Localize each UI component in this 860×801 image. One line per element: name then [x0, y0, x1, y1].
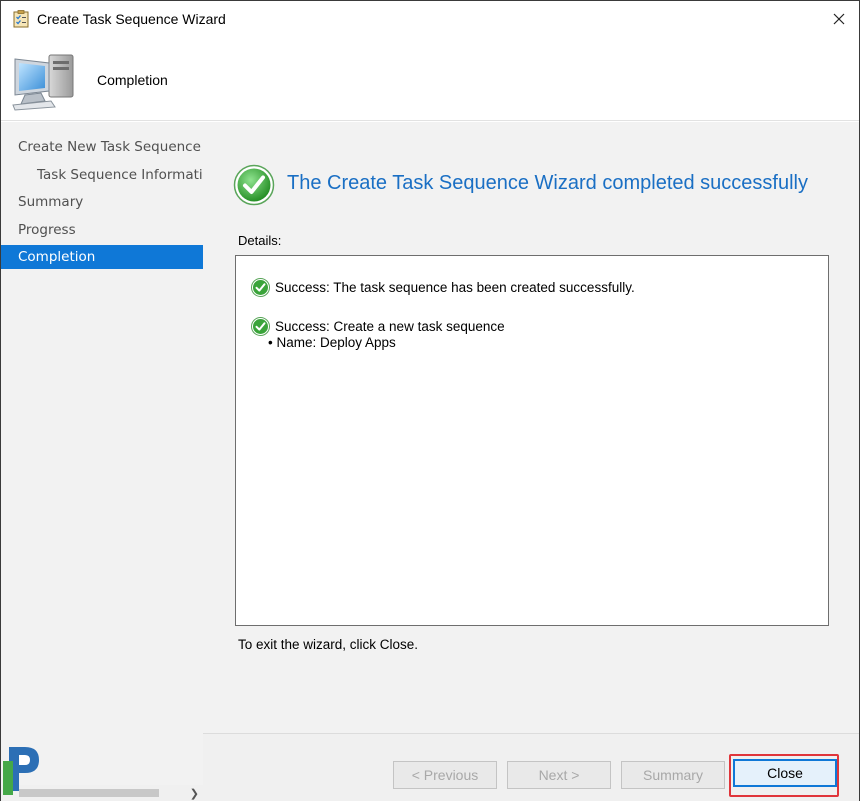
details-label: Details:	[238, 233, 282, 248]
previous-button[interactable]: < Previous	[393, 761, 497, 789]
sidebar-item-summary[interactable]: Summary	[1, 190, 203, 214]
sidebar-item-create-new-task-sequence[interactable]: Create New Task Sequence	[1, 135, 203, 159]
exit-instructions: To exit the wizard, click Close.	[238, 637, 419, 652]
close-button[interactable]: Close	[733, 759, 837, 787]
wizard-window: Create Task Sequence Wizard Completion C…	[0, 0, 860, 801]
success-check-icon	[251, 278, 270, 297]
summary-button[interactable]: Summary	[621, 761, 725, 789]
wizard-steps-sidebar: Create New Task Sequence Task Sequence I…	[1, 122, 203, 786]
clipboard-checklist-icon	[13, 10, 29, 28]
detail-sub-item: • Name: Deploy Apps	[268, 335, 396, 350]
wizard-footer: < Previous Next > Summary Close	[203, 733, 859, 801]
p-logo-icon	[3, 747, 39, 795]
sidebar-item-progress[interactable]: Progress	[1, 218, 203, 242]
page-title: Completion	[97, 72, 168, 88]
detail-text: Success: Create a new task sequence	[275, 319, 505, 334]
success-check-icon	[233, 164, 275, 206]
window-title: Create Task Sequence Wizard	[37, 11, 226, 27]
completion-panel: The Create Task Sequence Wizard complete…	[203, 122, 859, 733]
scroll-right-icon[interactable]: ❯	[190, 787, 199, 800]
success-check-icon	[251, 317, 270, 336]
close-icon[interactable]	[829, 9, 849, 29]
next-button[interactable]: Next >	[507, 761, 611, 789]
detail-text: Success: The task sequence has been crea…	[275, 280, 635, 295]
wizard-header: Completion	[1, 37, 859, 121]
sidebar-item-task-sequence-information[interactable]: Task Sequence Information	[1, 163, 203, 187]
success-heading: The Create Task Sequence Wizard complete…	[287, 172, 808, 194]
computer-icon	[12, 54, 74, 111]
details-box: Success: The task sequence has been crea…	[235, 255, 829, 626]
title-bar: Create Task Sequence Wizard	[1, 1, 859, 37]
sidebar-item-completion[interactable]: Completion	[1, 245, 203, 269]
